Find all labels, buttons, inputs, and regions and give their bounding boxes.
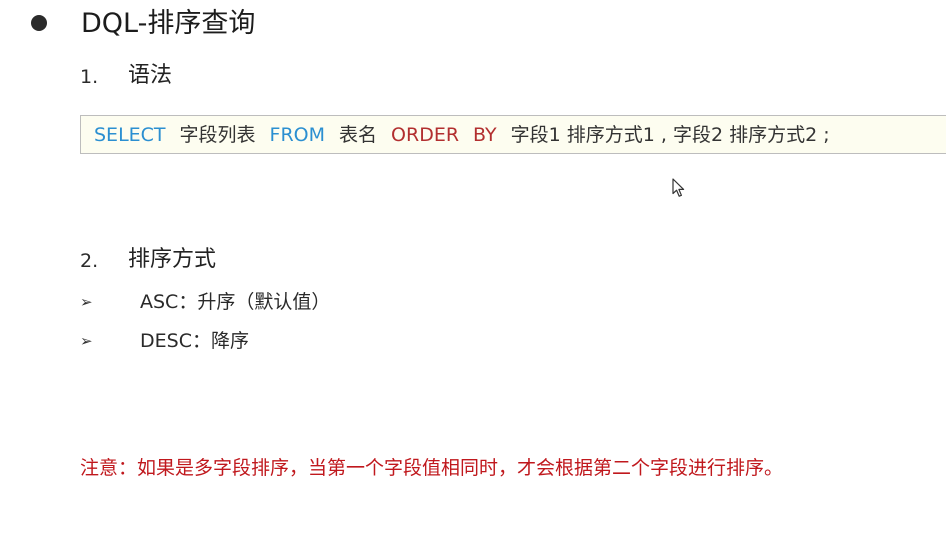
mouse-pointer-icon bbox=[672, 178, 685, 197]
order-keyword: ORDER bbox=[391, 124, 460, 146]
arrowhead-icon: ➢ bbox=[80, 293, 93, 311]
syntax-code-box: SELECT 字段列表 FROM 表名 ORDER BY 字段1 排序方式1 , 字段2 排… bbox=[80, 115, 946, 154]
table-name-text: 表名 bbox=[339, 124, 378, 146]
syntax-code-line: SELECT 字段列表 FROM 表名 ORDER BY 字段1 排序方式1 , 字段2 排… bbox=[94, 122, 830, 148]
sort-fields-text: 字段1 排序方式1 , 字段2 排序方式2 ; bbox=[510, 124, 830, 146]
section-1-number: 1. bbox=[80, 66, 99, 88]
section-2-number: 2. bbox=[80, 250, 99, 272]
arrowhead-icon: ➢ bbox=[80, 332, 93, 350]
section-1-label: 语法 bbox=[128, 63, 173, 88]
section-2-label: 排序方式 bbox=[128, 247, 217, 272]
field-list-text: 字段列表 bbox=[179, 124, 256, 146]
by-keyword: BY bbox=[473, 124, 497, 146]
from-keyword: FROM bbox=[269, 124, 326, 146]
bullet-dot-icon bbox=[31, 15, 47, 31]
page-title: DQL-排序查询 bbox=[81, 8, 256, 39]
list-item-asc: ASC：升序（默认值） bbox=[140, 291, 331, 313]
select-keyword: SELECT bbox=[94, 124, 166, 146]
list-item-desc: DESC：降序 bbox=[140, 330, 249, 352]
note-text: 注意：如果是多字段排序，当第一个字段值相同时，才会根据第二个字段进行排序。 bbox=[80, 457, 784, 479]
